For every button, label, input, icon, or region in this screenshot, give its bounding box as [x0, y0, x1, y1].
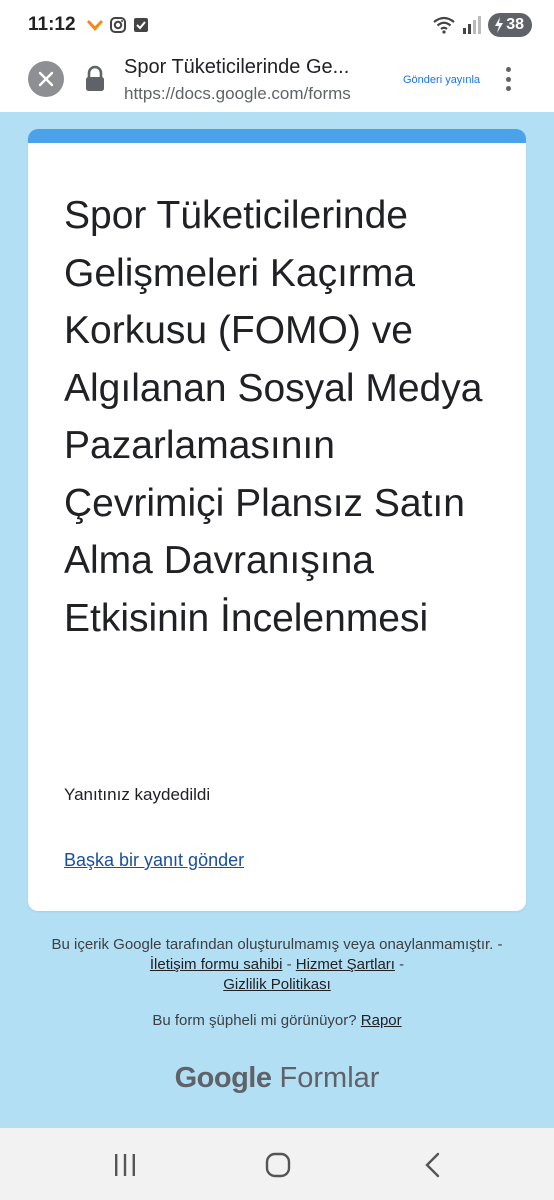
- back-icon[interactable]: [418, 1152, 448, 1178]
- close-icon: [38, 71, 54, 87]
- page-url[interactable]: https://docs.google.com/forms: [124, 84, 388, 104]
- more-vert-icon[interactable]: [498, 64, 518, 94]
- signal-icon: [463, 16, 482, 34]
- report-link[interactable]: Rapor: [361, 1012, 402, 1029]
- status-icons: 38: [432, 12, 532, 38]
- battery-level: 38: [506, 16, 524, 33]
- heart-app-icon: [87, 20, 103, 31]
- browser-toolbar: Spor Tüketicilerinde Ge... https://docs.…: [0, 50, 554, 112]
- instagram-icon: [110, 17, 126, 33]
- close-button[interactable]: [28, 61, 64, 97]
- privacy-link[interactable]: Gizlilik Politikası: [223, 976, 331, 993]
- battery-indicator: 38: [488, 13, 532, 37]
- publish-button[interactable]: Gönderi yayınla: [403, 74, 480, 86]
- submit-another-response-link[interactable]: Başka bir yanıt gönder: [64, 850, 244, 871]
- battery-charging-icon: [495, 17, 504, 33]
- status-time: 11:12: [28, 14, 76, 35]
- checkbox-app-icon: [134, 18, 148, 32]
- terms-link[interactable]: Hizmet Şartları: [296, 956, 395, 973]
- recent-apps-icon[interactable]: [110, 1152, 140, 1178]
- disclaimer: Bu içerik Google tarafından oluşturulmam…: [51, 936, 503, 993]
- navigation-bar: [0, 1128, 554, 1200]
- form-page: Spor Tüketicilerinde Gelişmeleri Kaçırma…: [0, 112, 554, 1128]
- wifi-icon: [433, 16, 455, 34]
- lock-icon[interactable]: [84, 65, 106, 93]
- brand-google: Google: [174, 1062, 272, 1094]
- report-question: Bu form şüpheli mi görünüyor?: [152, 1012, 357, 1029]
- report-line: Bu form şüpheli mi görünüyor? Rapor: [40, 1012, 514, 1029]
- home-icon[interactable]: [263, 1152, 293, 1178]
- page-title[interactable]: Spor Tüketicilerinde Ge...: [124, 56, 394, 79]
- google-forms-logo[interactable]: Google Formlar: [0, 1062, 554, 1095]
- contact-owner-link[interactable]: İletişim formu sahibi: [150, 956, 283, 973]
- form-title: Spor Tüketicilerinde Gelişmeleri Kaçırma…: [64, 194, 483, 640]
- disclaimer-text: Bu içerik Google tarafından oluşturulmam…: [51, 936, 494, 953]
- status-bar: 11:12 38: [0, 0, 554, 50]
- confirmation-card: Spor Tüketicilerinde Gelişmeleri Kaçırma…: [28, 129, 526, 911]
- card-accent-bar: [28, 129, 526, 143]
- confirmation-message: Yanıtınız kaydedildi: [64, 785, 211, 804]
- brand-product: Formlar: [279, 1062, 380, 1094]
